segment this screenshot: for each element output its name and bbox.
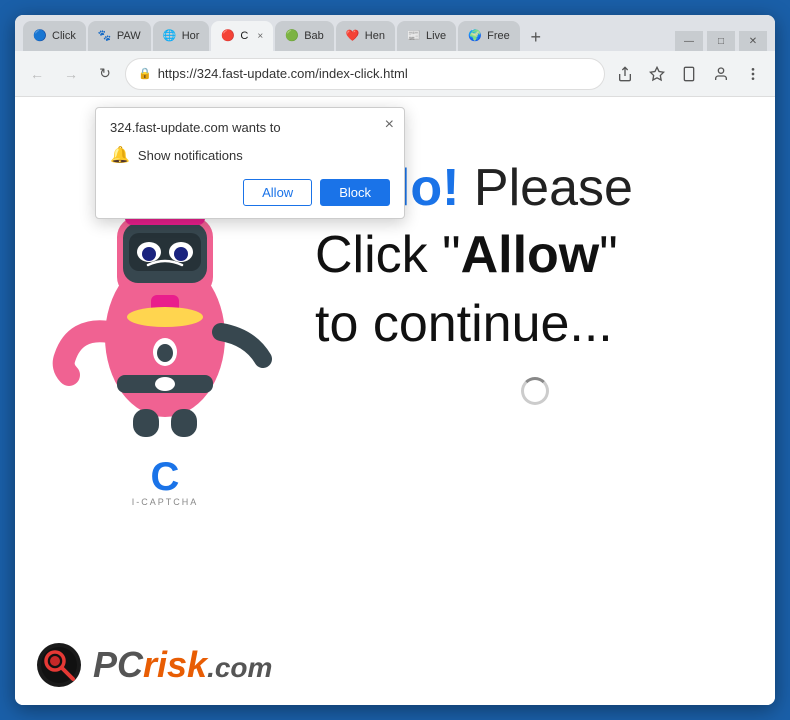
maximize-button[interactable]: □ — [707, 31, 735, 51]
notification-row: 🔔 Show notifications — [110, 145, 390, 165]
tab-label-click: Click — [52, 30, 76, 42]
captcha-label: I-CAPTCHA — [132, 497, 199, 507]
pcrisk-text: PCrisk.com — [93, 644, 272, 686]
browser-window: 🔵 Click 🐾 PAW 🌐 Hor 🔴 C × 🟢 Bab ❤️ Hen 📰… — [15, 15, 775, 705]
notification-text: Show notifications — [138, 148, 243, 163]
main-message-line3: to continue... — [315, 292, 613, 357]
bell-icon: 🔔 — [110, 145, 130, 165]
pcrisk-com: .com — [207, 652, 272, 683]
pcrisk-pc: PC — [93, 644, 143, 685]
tab-label-free: Free — [487, 30, 510, 42]
popup-title: 324.fast-update.com wants to — [110, 120, 390, 135]
tab-label-hor: Hor — [182, 30, 200, 42]
tab-label-paw: PAW — [117, 30, 141, 42]
tab-hen[interactable]: ❤️ Hen — [336, 21, 395, 51]
window-controls: — □ ✕ — [675, 31, 767, 51]
tab-free[interactable]: 🌍 Free — [458, 21, 520, 51]
tab-favicon-free: 🌍 — [468, 29, 482, 43]
tab-active[interactable]: 🔴 C × — [211, 21, 273, 51]
tab-bab[interactable]: 🟢 Bab — [275, 21, 334, 51]
tab-label-live: Live — [426, 30, 446, 42]
pcrisk-footer: PCrisk.com — [35, 641, 272, 689]
captcha-logo: C I-CAPTCHA — [132, 457, 199, 507]
toolbar: ← → ↻ 🔒 https://324.fast-update.com/inde… — [15, 51, 775, 97]
minimize-button[interactable]: — — [675, 31, 703, 51]
new-tab-button[interactable]: + — [522, 23, 550, 51]
lock-icon: 🔒 — [138, 67, 152, 80]
tab-hor[interactable]: 🌐 Hor — [153, 21, 210, 51]
menu-button[interactable] — [739, 60, 767, 88]
tab-favicon-hor: 🌐 — [163, 29, 177, 43]
close-button[interactable]: ✕ — [739, 31, 767, 51]
address-bar[interactable]: 🔒 https://324.fast-update.com/index-clic… — [125, 58, 605, 90]
pcrisk-logo-icon — [35, 641, 83, 689]
profile-button[interactable] — [707, 60, 735, 88]
page-content: × 324.fast-update.com wants to 🔔 Show no… — [15, 97, 775, 705]
toolbar-actions — [611, 60, 767, 88]
main-message-line2: Click "Allow" — [315, 223, 618, 288]
tab-favicon-click: 🔵 — [33, 29, 47, 43]
tablet-mode-button[interactable] — [675, 60, 703, 88]
tab-paw[interactable]: 🐾 PAW — [88, 21, 151, 51]
forward-button[interactable]: → — [57, 60, 85, 88]
popup-close-button[interactable]: × — [385, 116, 394, 134]
tab-close-icon[interactable]: × — [257, 31, 263, 42]
pcrisk-risk: risk — [143, 644, 207, 685]
tab-favicon-paw: 🐾 — [98, 29, 112, 43]
spinner-row — [315, 377, 755, 405]
reload-button[interactable]: ↻ — [91, 60, 119, 88]
popup-buttons: Allow Block — [110, 179, 390, 206]
tab-favicon-bab: 🟢 — [285, 29, 299, 43]
bookmark-button[interactable] — [643, 60, 671, 88]
tab-live[interactable]: 📰 Live — [397, 21, 456, 51]
block-button[interactable]: Block — [320, 179, 390, 206]
please-text: Please — [474, 159, 633, 217]
tabs-bar: 🔵 Click 🐾 PAW 🌐 Hor 🔴 C × 🟢 Bab ❤️ Hen 📰… — [15, 15, 775, 51]
tab-favicon-active: 🔴 — [221, 29, 235, 43]
tab-label-hen: Hen — [365, 30, 385, 42]
allow-bold-text: Allow — [461, 226, 600, 284]
tab-favicon-live: 📰 — [407, 29, 421, 43]
tab-click[interactable]: 🔵 Click — [23, 21, 86, 51]
back-button[interactable]: ← — [23, 60, 51, 88]
captcha-letter: C — [151, 457, 180, 497]
url-text: https://324.fast-update.com/index-click.… — [158, 66, 592, 81]
tab-label-bab: Bab — [304, 30, 324, 42]
notification-popup: × 324.fast-update.com wants to 🔔 Show no… — [95, 107, 405, 219]
share-button[interactable] — [611, 60, 639, 88]
tab-favicon-hen: ❤️ — [346, 29, 360, 43]
tab-label-active: C — [240, 30, 248, 42]
allow-button[interactable]: Allow — [243, 179, 312, 206]
loading-spinner — [521, 377, 549, 405]
